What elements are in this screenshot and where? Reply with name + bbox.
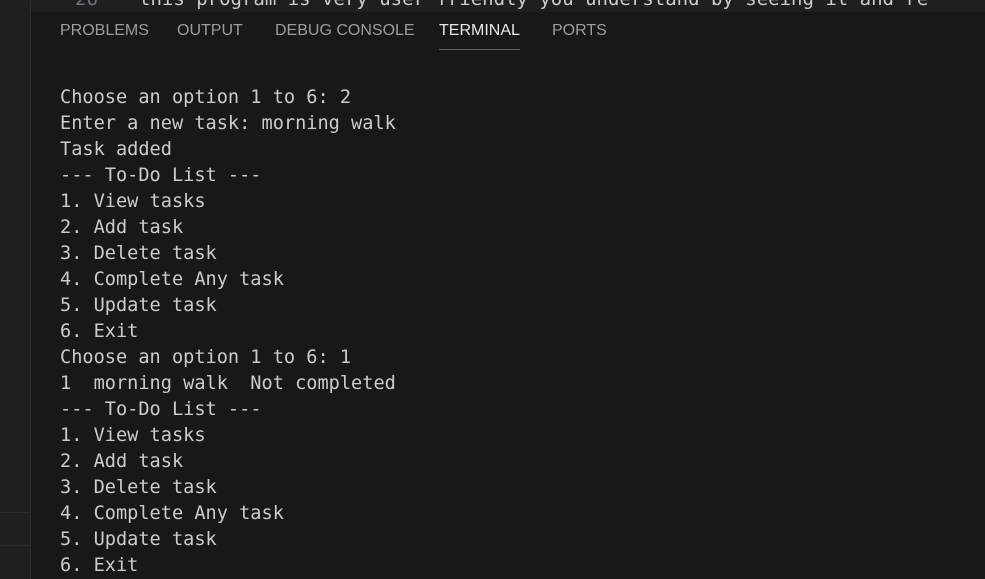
activity-gutter	[0, 0, 31, 579]
terminal-output[interactable]: Choose an option 1 to 6: 2 Enter a new ta…	[60, 85, 396, 579]
terminal-line: 6. Exit	[60, 321, 139, 342]
bottom-panel: PROBLEMS OUTPUT DEBUG CONSOLE TERMINAL P…	[31, 12, 985, 579]
gutter-divider	[0, 512, 30, 513]
editor-peek: 26 this program is very user friendly yo…	[31, 0, 985, 12]
terminal-line: Choose an option 1 to 6: 1	[60, 347, 352, 368]
editor-line-number: 26	[75, 0, 98, 10]
terminal-line: 5. Update task	[60, 295, 217, 316]
vscode-window: 26 this program is very user friendly yo…	[0, 0, 985, 579]
terminal-line: 6. Exit	[60, 555, 139, 576]
tab-terminal[interactable]: TERMINAL	[439, 22, 520, 50]
terminal-line: Enter a new task: morning walk	[60, 113, 396, 134]
tab-problems[interactable]: PROBLEMS	[60, 22, 149, 40]
terminal-line: 3. Delete task	[60, 243, 217, 264]
terminal-line: 3. Delete task	[60, 477, 217, 498]
active-tab-indicator	[439, 49, 520, 50]
gutter-divider	[0, 545, 30, 546]
terminal-line: 4. Complete Any task	[60, 269, 284, 290]
terminal-line: 2. Add task	[60, 217, 184, 238]
terminal-line: 1. View tasks	[60, 425, 206, 446]
tab-output[interactable]: OUTPUT	[177, 22, 243, 40]
terminal-line: Choose an option 1 to 6: 2	[60, 87, 352, 108]
tab-ports[interactable]: PORTS	[552, 22, 607, 40]
terminal-line: --- To-Do List ---	[60, 165, 262, 186]
tab-debug-console[interactable]: DEBUG CONSOLE	[275, 22, 415, 40]
panel-tab-bar: PROBLEMS OUTPUT DEBUG CONSOLE TERMINAL P…	[31, 12, 985, 52]
terminal-line: 1 morning walk Not completed	[60, 373, 396, 394]
terminal-line: 4. Complete Any task	[60, 503, 284, 524]
tab-terminal-label: TERMINAL	[439, 22, 520, 39]
terminal-line: 5. Update task	[60, 529, 217, 550]
terminal-line: 2. Add task	[60, 451, 184, 472]
editor-code-line[interactable]: this program is very user friendly you u…	[139, 0, 928, 10]
terminal-line: Task added	[60, 139, 172, 160]
terminal-line: --- To-Do List ---	[60, 399, 262, 420]
terminal-line: 1. View tasks	[60, 191, 206, 212]
